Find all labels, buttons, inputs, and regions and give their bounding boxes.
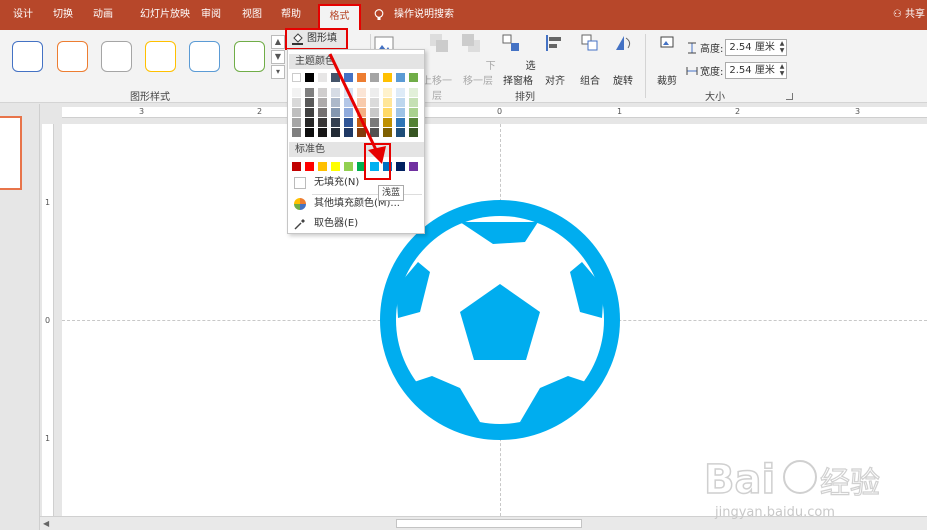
align-icon xyxy=(546,35,561,51)
shape-style-preset-1[interactable] xyxy=(12,41,43,72)
theme-shade-swatch[interactable] xyxy=(396,118,405,127)
theme-shade-swatch[interactable] xyxy=(409,88,418,97)
tab-review[interactable]: 审阅 xyxy=(196,0,226,30)
watermark-url: jingyan.baidu.com xyxy=(715,505,835,520)
theme-shade-swatch[interactable] xyxy=(292,98,301,107)
width-icon xyxy=(686,66,698,75)
no-fill-icon xyxy=(294,177,306,189)
theme-shade-swatch[interactable] xyxy=(396,128,405,137)
shape-style-preset-5[interactable] xyxy=(189,41,220,72)
gallery-scroll: ▲ ▼ ▾ xyxy=(271,35,285,81)
svg-text:经验: 经验 xyxy=(820,466,880,501)
tab-animations[interactable]: 动画 xyxy=(88,0,118,30)
rotate-icon xyxy=(616,36,631,50)
tab-help[interactable]: 帮助 xyxy=(276,0,306,30)
theme-shade-swatch[interactable] xyxy=(396,98,405,107)
size-group-label: 大小 xyxy=(705,92,725,103)
standard-color-swatch[interactable] xyxy=(409,162,418,171)
crop-button[interactable]: 裁剪 xyxy=(652,32,682,87)
theme-color-swatch[interactable] xyxy=(305,73,314,82)
theme-shade-swatch[interactable] xyxy=(409,118,418,127)
group-divider xyxy=(645,34,646,98)
gallery-up-button[interactable]: ▲ xyxy=(271,35,285,49)
vertical-ruler: 1 0 1 xyxy=(42,124,54,516)
color-tooltip: 浅蓝 xyxy=(378,185,404,201)
svg-text:Bai: Bai xyxy=(704,457,775,503)
align-button[interactable]: 对齐 xyxy=(540,32,570,87)
shape-style-preset-3[interactable] xyxy=(101,41,132,72)
theme-shade-swatch[interactable] xyxy=(396,88,405,97)
tab-transitions[interactable]: 切换 xyxy=(48,0,78,30)
height-row: 高度: 2.54 厘米 ▲ ▼ xyxy=(686,39,788,56)
gallery-down-button[interactable]: ▼ xyxy=(271,50,285,64)
send-backward-button[interactable]: 下移一层 xyxy=(458,32,498,87)
user-icon: ⚇ xyxy=(892,9,902,20)
theme-color-swatch[interactable] xyxy=(409,73,418,82)
tab-view[interactable]: 视图 xyxy=(237,0,267,30)
size-dialog-launcher[interactable] xyxy=(786,93,793,100)
group-icon xyxy=(581,34,598,51)
theme-shade-swatch[interactable] xyxy=(305,128,314,137)
bring-forward-icon xyxy=(430,34,448,52)
selection-pane-button[interactable]: 选择窗格 xyxy=(498,32,538,87)
eyedropper-item[interactable]: 取色器(E) xyxy=(292,215,358,233)
height-icon xyxy=(688,42,696,53)
share-button[interactable]: ⚇ 共享 xyxy=(893,0,925,30)
tab-design[interactable]: 设计 xyxy=(8,0,38,30)
selection-pane-icon xyxy=(502,34,520,51)
tab-format[interactable]: 格式 xyxy=(318,4,361,30)
theme-shade-swatch[interactable] xyxy=(305,108,314,117)
theme-shade-swatch[interactable] xyxy=(292,108,301,117)
lightbulb-icon xyxy=(374,9,384,20)
theme-shade-swatch[interactable] xyxy=(305,98,314,107)
scrollbar-thumb[interactable] xyxy=(396,519,582,528)
ribbon-tab-bar: 设计 切换 动画 幻灯片放映 审阅 视图 帮助 格式 操作说明搜索 ⚇ 共享 xyxy=(0,0,927,30)
width-input[interactable]: 2.54 厘米 ▲ ▼ xyxy=(725,62,788,79)
arrange-group-label: 排列 xyxy=(515,92,535,103)
slide-thumbnail[interactable] xyxy=(0,116,22,190)
paint-bucket-icon xyxy=(292,33,303,45)
theme-shade-swatch[interactable] xyxy=(305,118,314,127)
shape-fill-button[interactable]: 图形填充 xyxy=(285,28,348,62)
tell-me-search[interactable]: 操作说明搜索 xyxy=(392,0,456,30)
horizontal-ruler: 3 2 0 1 2 3 xyxy=(62,107,927,118)
crop-icon xyxy=(660,36,674,48)
width-row: 宽度: 2.54 厘米 ▲ ▼ xyxy=(686,62,788,79)
group-button[interactable]: 组合 xyxy=(575,32,605,87)
no-fill-item[interactable]: 无填充(N) xyxy=(292,174,359,192)
theme-shade-swatch[interactable] xyxy=(409,128,418,137)
theme-color-swatch[interactable] xyxy=(292,73,301,82)
scroll-left-icon[interactable]: ◀ xyxy=(43,519,49,528)
bring-forward-button[interactable]: 上移一层 xyxy=(422,32,455,102)
eyedropper-icon xyxy=(294,219,305,230)
shape-style-preset-6[interactable] xyxy=(234,41,265,72)
theme-shade-swatch[interactable] xyxy=(305,88,314,97)
rotate-button[interactable]: 旋转 xyxy=(608,32,638,87)
gallery-more-button[interactable]: ▾ xyxy=(271,65,285,79)
shape-styles-group-label: 图形样式 xyxy=(130,92,170,103)
ribbon-body: ▲ ▼ ▾ 图形样式 上移一层 下移一层 选择窗格 对齐 组合 旋转 排列 裁剪 xyxy=(0,30,927,103)
send-backward-icon xyxy=(462,34,481,52)
theme-shade-swatch[interactable] xyxy=(409,108,418,117)
standard-color-swatch[interactable] xyxy=(396,162,405,171)
shape-style-preset-4[interactable] xyxy=(145,41,176,72)
theme-shade-swatch[interactable] xyxy=(292,88,301,97)
standard-color-swatch[interactable] xyxy=(292,162,301,171)
shape-style-preset-2[interactable] xyxy=(57,41,88,72)
tab-slideshow[interactable]: 幻灯片放映 xyxy=(129,0,201,30)
theme-shade-swatch[interactable] xyxy=(292,118,301,127)
theme-shade-swatch[interactable] xyxy=(292,128,301,137)
color-palette-icon xyxy=(294,198,306,210)
soccer-ball-shape[interactable] xyxy=(380,200,620,440)
theme-shade-swatch[interactable] xyxy=(396,108,405,117)
height-input[interactable]: 2.54 厘米 ▲ ▼ xyxy=(725,39,788,56)
slide-thumbnail-pane xyxy=(0,104,40,530)
theme-color-swatch[interactable] xyxy=(396,73,405,82)
standard-color-swatch[interactable] xyxy=(305,162,314,171)
annotation-highlight-box xyxy=(364,143,391,180)
theme-shade-swatch[interactable] xyxy=(409,98,418,107)
